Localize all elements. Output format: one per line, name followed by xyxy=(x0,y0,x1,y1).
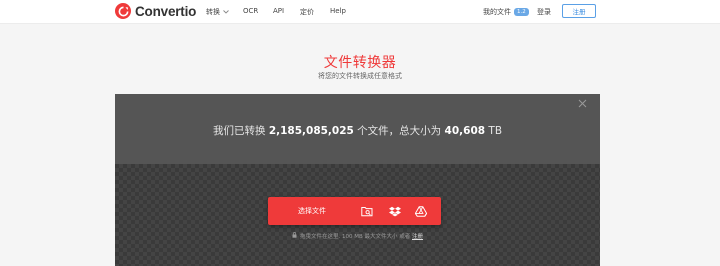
nav-pricing[interactable]: 定价 xyxy=(300,7,314,17)
total-size: 40,608 xyxy=(444,125,486,137)
page-subtitle: 将您的文件转换成任意格式 xyxy=(318,72,402,80)
nav-convert-label: 转换 xyxy=(206,8,220,16)
signup-label: 注册 xyxy=(572,8,586,16)
chevron-down-icon xyxy=(223,9,229,16)
upload-panel: 我们已转换 2,185,085,025 个文件，总大小为 40,608 TB 选… xyxy=(115,94,600,266)
logo[interactable]: Convertio xyxy=(115,3,196,19)
signup-button[interactable]: 注册 xyxy=(562,4,596,18)
login-label: 登录 xyxy=(537,8,551,16)
my-files-link[interactable]: 我的文件 1.2 xyxy=(483,7,529,17)
nav-ocr-label: OCR xyxy=(243,7,259,15)
dropbox-icon[interactable] xyxy=(388,204,402,218)
files-count: 2,185,085,025 xyxy=(268,125,354,137)
logo-text: Convertio xyxy=(135,3,197,19)
stats-unit: TB xyxy=(485,125,503,137)
hint-register-link[interactable]: 注册 xyxy=(412,234,423,240)
google-drive-icon[interactable] xyxy=(414,204,428,218)
nav-convert[interactable]: 转换 xyxy=(206,7,229,17)
nav-pricing-label: 定价 xyxy=(300,8,314,16)
lock-icon xyxy=(292,232,297,240)
nav-help[interactable]: Help xyxy=(330,7,346,15)
nav-ocr[interactable]: OCR xyxy=(243,7,258,15)
conversion-stats: 我们已转换 2,185,085,025 个文件，总大小为 40,608 TB xyxy=(115,123,600,138)
upload-hint: 拖曳文件在这里. 100 MB 最大文件大小 或者 注册 xyxy=(115,232,600,240)
top-navbar: Convertio 转换 OCR API 定价 Help 我的文件 1.2 登录 … xyxy=(0,0,720,24)
page-title: 文件转换器 xyxy=(323,55,397,71)
hint-text: 拖曳文件在这里. 100 MB 最大文件大小 或者 xyxy=(299,234,412,240)
nav-api-label: API xyxy=(273,7,285,15)
login-link[interactable]: 登录 xyxy=(537,7,551,17)
folder-search-icon[interactable] xyxy=(360,204,374,218)
convertio-logo-icon xyxy=(115,3,131,19)
my-files-label: 我的文件 xyxy=(483,8,511,16)
stats-mid: 个文件，总大小为 xyxy=(353,125,445,137)
my-files-count-badge: 1.2 xyxy=(514,8,529,16)
stats-prefix: 我们已转换 xyxy=(212,125,269,137)
choose-files-label: 选择文件 xyxy=(298,207,326,215)
nav-api[interactable]: API xyxy=(273,7,284,15)
close-icon[interactable] xyxy=(578,98,587,111)
nav-help-label: Help xyxy=(330,7,346,15)
choose-files-button[interactable]: 选择文件 xyxy=(268,197,441,225)
